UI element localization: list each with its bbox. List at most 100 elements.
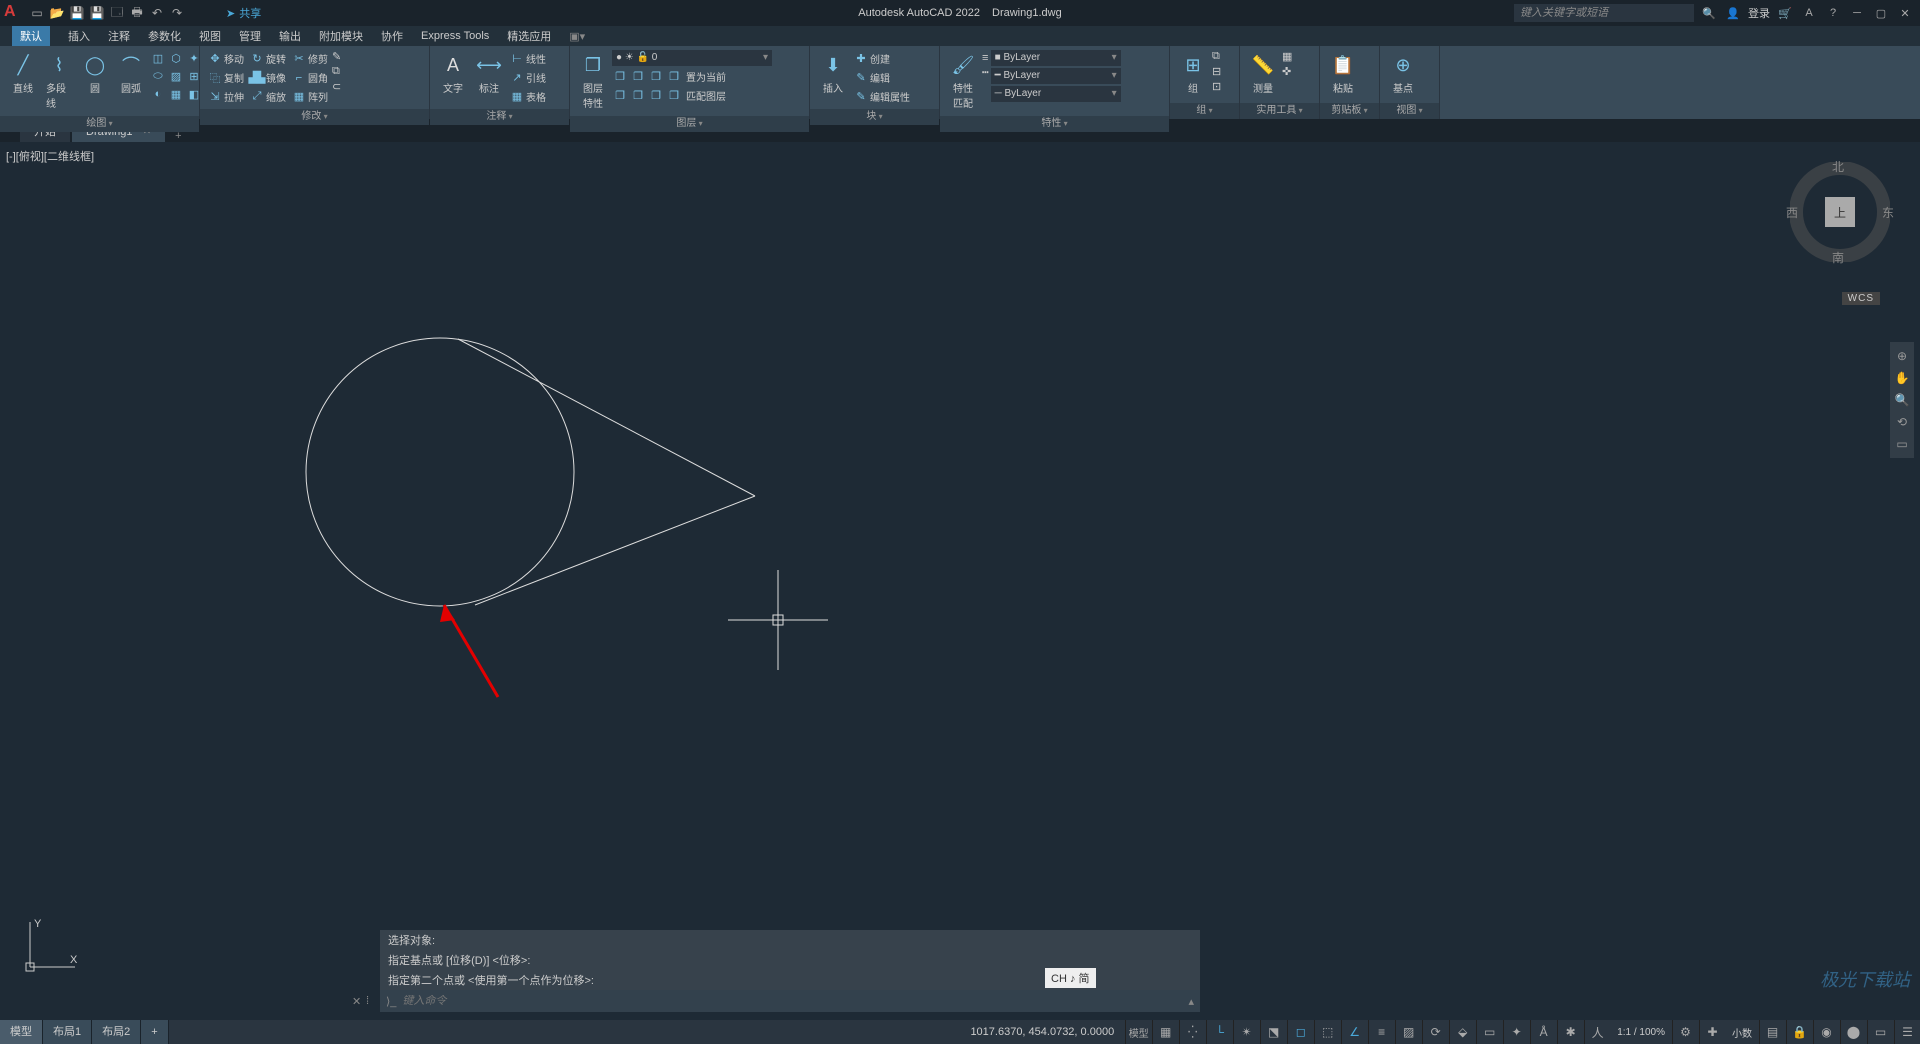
new-icon[interactable]: ▭ [28, 4, 46, 22]
text-button[interactable]: A文字 [436, 50, 470, 97]
layer-icon[interactable]: ❐ [630, 68, 646, 84]
group-button[interactable]: ⊞组 [1176, 50, 1210, 97]
measure-button[interactable]: 📏测量 [1246, 50, 1280, 97]
annovisibility-icon[interactable]: ✱ [1557, 1020, 1583, 1044]
redo-icon[interactable]: ↷ [168, 4, 186, 22]
tab-express[interactable]: Express Tools [421, 30, 489, 42]
search-input[interactable]: 键入关键字或短语 [1514, 4, 1694, 22]
cmd-menu-icon[interactable]: ▴ [1188, 995, 1194, 1008]
zoom-icon[interactable]: 🔍 [1892, 390, 1912, 410]
viewcube-east[interactable]: 东 [1882, 204, 1894, 221]
app-logo[interactable]: A [4, 3, 24, 23]
cycling-icon[interactable]: ⟳ [1422, 1020, 1448, 1044]
customize-icon[interactable]: ☰ [1894, 1020, 1920, 1044]
saveas-icon[interactable]: 💾 [88, 4, 106, 22]
maximize-icon[interactable]: ▢ [1872, 4, 1890, 22]
base-button[interactable]: ⊕基点 [1386, 50, 1420, 97]
tab-collaborate[interactable]: 协作 [381, 28, 403, 44]
open-icon[interactable]: 📂 [48, 4, 66, 22]
gizmo-icon[interactable]: ✦ [1503, 1020, 1529, 1044]
misc-modify-icon[interactable]: ⧉ [332, 65, 341, 78]
otrack-icon[interactable]: ∠ [1341, 1020, 1367, 1044]
misc-modify-icon[interactable]: ✎ [332, 50, 341, 63]
lineweight-icon[interactable]: ≡ [982, 52, 989, 64]
annoauto-icon[interactable]: 人 [1584, 1020, 1610, 1044]
misc-draw-icon[interactable]: ◫ [150, 50, 166, 66]
panel-label-block[interactable]: 块 [810, 109, 939, 125]
tab-output[interactable]: 输出 [279, 28, 301, 44]
viewcube[interactable]: 北 南 东 西 上 [1790, 162, 1890, 262]
panel-label-group[interactable]: 组 [1170, 103, 1239, 119]
plot-icon[interactable]: 🖶 [128, 4, 146, 22]
stretch-button[interactable]: ⇲拉伸 [206, 88, 246, 105]
fillet-button[interactable]: ⌐圆角 [290, 69, 330, 86]
user-icon[interactable]: 👤 [1724, 4, 1742, 22]
viewcube-north[interactable]: 北 [1832, 158, 1844, 175]
polar-icon[interactable]: ✴ [1233, 1020, 1259, 1044]
web-icon[interactable]: 🗔 [108, 4, 126, 22]
transparency-icon[interactable]: ▨ [1395, 1020, 1421, 1044]
cmd-close-icon[interactable]: ✕ [352, 995, 361, 1008]
showmotion-icon[interactable]: ▭ [1892, 434, 1912, 454]
move-button[interactable]: ✥移动 [206, 50, 246, 67]
panel-label-modify[interactable]: 修改 [200, 109, 429, 125]
units-label[interactable]: 小数 [1726, 1025, 1758, 1040]
panel-label-properties[interactable]: 特性 [940, 116, 1169, 132]
save-icon[interactable]: 💾 [68, 4, 86, 22]
tab-insert[interactable]: 插入 [68, 28, 90, 44]
panel-label-utilities[interactable]: 实用工具 [1240, 103, 1319, 119]
model-tab[interactable]: 模型 [0, 1020, 43, 1044]
misc-draw-icon[interactable]: ⬭ [150, 68, 166, 84]
match-layer-button[interactable]: 匹配图层 [684, 87, 728, 104]
annoscale-icon[interactable]: Å [1530, 1020, 1556, 1044]
cleanscreen-icon[interactable]: ▭ [1867, 1020, 1893, 1044]
set-current-button[interactable]: 置为当前 [684, 68, 728, 85]
layout2-tab[interactable]: 布局2 [92, 1020, 141, 1044]
lineweight-icon[interactable]: ≡ [1368, 1020, 1394, 1044]
edit-attr-button[interactable]: ✎编辑属性 [852, 88, 912, 105]
drawing-viewport[interactable]: [-][俯视][二维线框] 北 南 东 西 上 WCS ⊕ ✋ 🔍 ⟲ ▭ [0, 142, 1920, 1020]
create-block-button[interactable]: ✚创建 [852, 50, 912, 67]
table-button[interactable]: ▦表格 [508, 88, 548, 105]
lineweight-dropdown[interactable]: ━ ByLayer [991, 68, 1121, 84]
layout1-tab[interactable]: 布局1 [43, 1020, 92, 1044]
copy-button[interactable]: ⿻复制 [206, 69, 246, 86]
osnap-icon[interactable]: ◻ [1287, 1020, 1313, 1044]
3dosnap-icon[interactable]: ⬚ [1314, 1020, 1340, 1044]
login-label[interactable]: 登录 [1748, 5, 1770, 21]
command-input[interactable] [402, 995, 1182, 1007]
linetype-icon[interactable]: ┅ [982, 66, 989, 79]
layer-icon[interactable]: ❐ [666, 87, 682, 103]
tab-view[interactable]: 视图 [199, 28, 221, 44]
rotate-button[interactable]: ↻旋转 [248, 50, 288, 67]
util-icon[interactable]: ✜ [1282, 65, 1292, 78]
ucs-icon[interactable]: Y X [20, 917, 80, 980]
layer-icon[interactable]: ❐ [648, 68, 664, 84]
command-line[interactable]: ✕ ⁞ ⟩_ ▴ [380, 990, 1200, 1012]
viewcube-top[interactable]: 上 [1825, 197, 1855, 227]
panel-label-annotation[interactable]: 注释 [430, 109, 569, 125]
circle-button[interactable]: ◯圆 [78, 50, 112, 97]
layer-props-button[interactable]: ❐图层 特性 [576, 50, 610, 112]
cmd-handle-icon[interactable]: ⁞ [366, 995, 369, 1007]
misc-draw-icon[interactable]: ⬡ [168, 50, 184, 66]
dynucs-icon[interactable]: ⬙ [1449, 1020, 1475, 1044]
units-icon[interactable]: ✚ [1699, 1020, 1725, 1044]
undo-icon[interactable]: ↶ [148, 4, 166, 22]
insert-block-button[interactable]: ⬇插入 [816, 50, 850, 97]
help-icon[interactable]: ? [1824, 4, 1842, 22]
match-props-button[interactable]: 🖌特性 匹配 [946, 50, 980, 112]
snap-icon[interactable]: ⁛ [1179, 1020, 1205, 1044]
tab-featured[interactable]: 精选应用 [507, 28, 551, 44]
group-icon3[interactable]: ⊟ [1212, 65, 1221, 78]
hardware-icon[interactable]: ⬤ [1840, 1020, 1866, 1044]
pan-icon[interactable]: ✋ [1892, 368, 1912, 388]
misc-draw-icon[interactable]: ▨ [168, 68, 184, 84]
tab-annotate[interactable]: 注释 [108, 28, 130, 44]
paste-button[interactable]: 📋粘贴 [1326, 50, 1360, 97]
lock-icon[interactable]: 🔒 [1786, 1020, 1812, 1044]
group-icon4[interactable]: ⊡ [1212, 80, 1221, 93]
scale-label[interactable]: 1:1 / 100% [1611, 1027, 1671, 1038]
panel-label-draw[interactable]: 绘图 [0, 116, 199, 132]
close-icon[interactable]: ✕ [1896, 4, 1914, 22]
